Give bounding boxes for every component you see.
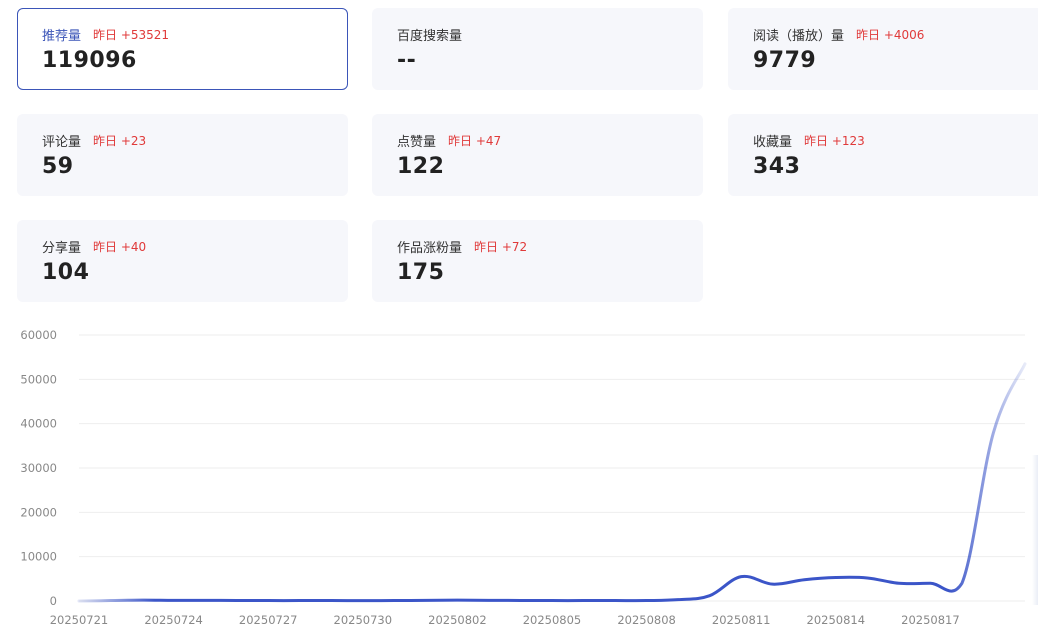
- card-delta: 昨日 +123: [804, 134, 865, 148]
- card-label: 收藏量: [753, 135, 793, 150]
- card-delta: 昨日 +72: [474, 240, 528, 254]
- x-tick-label: 20250817: [901, 613, 960, 627]
- trend-chart: 60000 50000 40000 30000 20000 10000 0 20250721…: [20, 328, 1027, 627]
- scroll-edge-shadow: [1032, 455, 1038, 605]
- card-read[interactable]: 阅读（播放）量 昨日 +4006 9779: [728, 8, 1038, 90]
- card-head: 作品涨粉量 昨日 +72: [397, 237, 527, 256]
- card-label: 点赞量: [397, 135, 437, 150]
- card-head: 推荐量 昨日 +53521: [42, 25, 169, 44]
- card-delta: 昨日 +23: [93, 134, 147, 148]
- card-label: 分享量: [42, 241, 82, 256]
- card-value: 59: [42, 154, 74, 179]
- card-favorite[interactable]: 收藏量 昨日 +123 343: [728, 114, 1038, 196]
- x-tick-label: 20250814: [807, 613, 866, 627]
- card-baidu-search[interactable]: 百度搜索量 --: [372, 8, 703, 90]
- card-label: 百度搜索量: [397, 29, 463, 44]
- y-tick-label: 40000: [20, 417, 57, 431]
- card-label: 推荐量: [42, 29, 82, 44]
- x-tick-label: 20250724: [144, 613, 203, 627]
- y-tick-label: 60000: [20, 328, 57, 342]
- card-like[interactable]: 点赞量 昨日 +47 122: [372, 114, 703, 196]
- y-tick-label: 50000: [20, 372, 57, 386]
- card-value: 175: [397, 260, 445, 285]
- card-head: 百度搜索量: [397, 25, 462, 44]
- card-fans[interactable]: 作品涨粉量 昨日 +72 175: [372, 220, 703, 302]
- card-head: 评论量 昨日 +23: [42, 131, 146, 150]
- card-head: 点赞量 昨日 +47: [397, 131, 501, 150]
- x-tick-label: 20250811: [712, 613, 771, 627]
- card-head: 阅读（播放）量 昨日 +4006: [753, 25, 924, 44]
- card-value: 9779: [753, 48, 817, 73]
- card-value: 104: [42, 260, 90, 285]
- card-label: 作品涨粉量: [397, 241, 463, 256]
- card-comment[interactable]: 评论量 昨日 +23 59: [17, 114, 348, 196]
- x-axis-ticks: 20250721 20250724 20250727 20250730 20250802…: [50, 613, 960, 627]
- grid-lines: [79, 334, 1025, 602]
- card-label: 评论量: [42, 135, 82, 150]
- card-recommend[interactable]: 推荐量 昨日 +53521 119096: [17, 8, 348, 90]
- card-head: 分享量 昨日 +40: [42, 237, 146, 256]
- x-tick-label: 20250727: [239, 613, 298, 627]
- card-delta: 昨日 +40: [93, 240, 147, 254]
- card-value: 343: [753, 154, 801, 179]
- x-tick-label: 20250805: [523, 613, 582, 627]
- y-tick-label: 10000: [20, 550, 57, 564]
- card-value: 122: [397, 154, 445, 179]
- y-tick-label: 0: [50, 594, 57, 608]
- card-delta: 昨日 +47: [448, 134, 502, 148]
- card-head: 收藏量 昨日 +123: [753, 131, 865, 150]
- card-share[interactable]: 分享量 昨日 +40 104: [17, 220, 348, 302]
- x-tick-label: 20250802: [428, 613, 487, 627]
- card-delta: 昨日 +53521: [93, 28, 170, 42]
- y-axis-ticks: 60000 50000 40000 30000 20000 10000 0: [20, 328, 57, 608]
- y-tick-label: 30000: [20, 461, 57, 475]
- card-value: 119096: [42, 48, 137, 73]
- x-tick-label: 20250721: [50, 613, 109, 627]
- y-tick-label: 20000: [20, 505, 57, 519]
- series-line: [77, 362, 1027, 603]
- card-delta: 昨日 +4006: [856, 28, 925, 42]
- x-tick-label: 20250730: [334, 613, 393, 627]
- card-value: --: [397, 48, 417, 73]
- x-tick-label: 20250808: [617, 613, 676, 627]
- card-label: 阅读（播放）量: [753, 29, 845, 44]
